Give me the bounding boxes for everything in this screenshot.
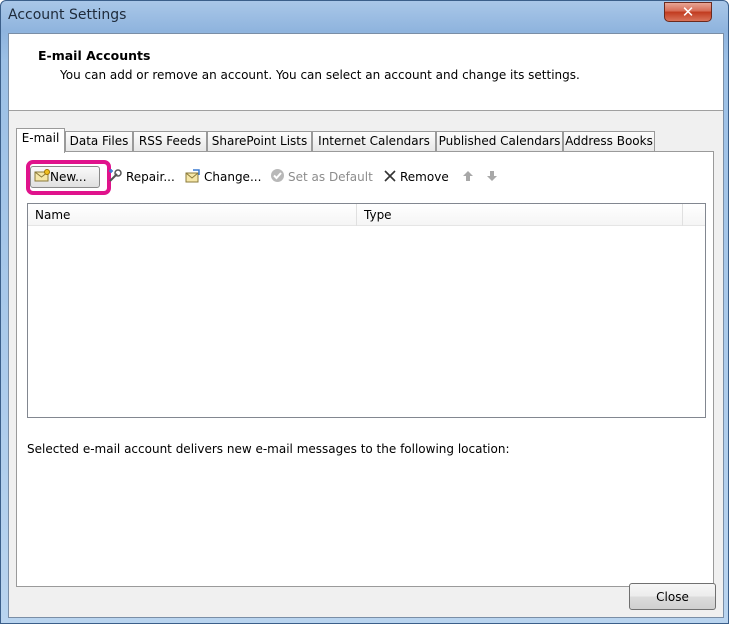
- window-close-button[interactable]: ✕: [664, 2, 712, 22]
- remove-button[interactable]: Remove: [383, 167, 449, 187]
- tab-sharepoint-lists[interactable]: SharePoint Lists: [207, 131, 312, 152]
- remove-label: Remove: [400, 170, 449, 184]
- header-subtitle: You can add or remove an account. You ca…: [60, 68, 580, 82]
- tab-data-files[interactable]: Data Files: [65, 131, 133, 152]
- tab-label: E-mail: [21, 131, 60, 145]
- tab-label: RSS Feeds: [138, 134, 202, 148]
- email-tab-panel: New... Repair... Change... Set as Defaul…: [16, 151, 714, 587]
- check-circle-icon: [270, 168, 285, 186]
- tab-label: Internet Calendars: [318, 134, 430, 148]
- column-header-type[interactable]: Type: [357, 204, 683, 226]
- repair-icon: [107, 168, 123, 187]
- account-settings-window: Account Settings ✕ E-mail Accounts You c…: [0, 0, 729, 624]
- close-button-label: Close: [656, 589, 689, 604]
- new-account-button[interactable]: New...: [30, 166, 100, 188]
- list-header: Name Type: [28, 204, 705, 226]
- tab-published-calendars[interactable]: Published Calendars: [436, 131, 563, 152]
- tab-label: SharePoint Lists: [211, 134, 308, 148]
- close-button[interactable]: Close: [629, 583, 716, 610]
- tab-email[interactable]: E-mail: [16, 128, 65, 153]
- set-as-default-button[interactable]: Set as Default: [270, 167, 373, 187]
- header-title: E-mail Accounts: [38, 48, 151, 63]
- tab-label: Address Books: [565, 134, 653, 148]
- window-title: Account Settings: [8, 7, 127, 23]
- arrow-up-icon: [462, 170, 474, 185]
- repair-label: Repair...: [126, 170, 175, 184]
- change-icon: [185, 168, 201, 187]
- move-up-button[interactable]: [462, 167, 477, 187]
- tab-internet-calendars[interactable]: Internet Calendars: [312, 131, 436, 152]
- tab-label: Data Files: [69, 134, 129, 148]
- accounts-list[interactable]: Name Type: [27, 203, 706, 418]
- remove-x-icon: [383, 169, 397, 186]
- title-bar[interactable]: Account Settings ✕: [1, 1, 728, 33]
- close-icon: ✕: [681, 2, 695, 21]
- change-button[interactable]: Change...: [185, 167, 261, 187]
- header-panel: E-mail Accounts You can add or remove an…: [9, 34, 723, 111]
- tab-rss-feeds[interactable]: RSS Feeds: [133, 131, 207, 152]
- column-header-name[interactable]: Name: [28, 204, 357, 226]
- new-button-label: New...: [50, 170, 87, 184]
- tab-label: Published Calendars: [438, 134, 561, 148]
- delivery-location-text: Selected e-mail account delivers new e-m…: [27, 442, 510, 456]
- move-down-button[interactable]: [486, 167, 501, 187]
- dialog-client-area: E-mail Accounts You can add or remove an…: [8, 33, 724, 618]
- repair-button[interactable]: Repair...: [107, 167, 175, 187]
- new-mail-icon: [34, 168, 50, 186]
- change-label: Change...: [204, 170, 262, 184]
- tab-address-books[interactable]: Address Books: [563, 131, 655, 152]
- set-as-default-label: Set as Default: [288, 170, 373, 184]
- arrow-down-icon: [486, 170, 498, 185]
